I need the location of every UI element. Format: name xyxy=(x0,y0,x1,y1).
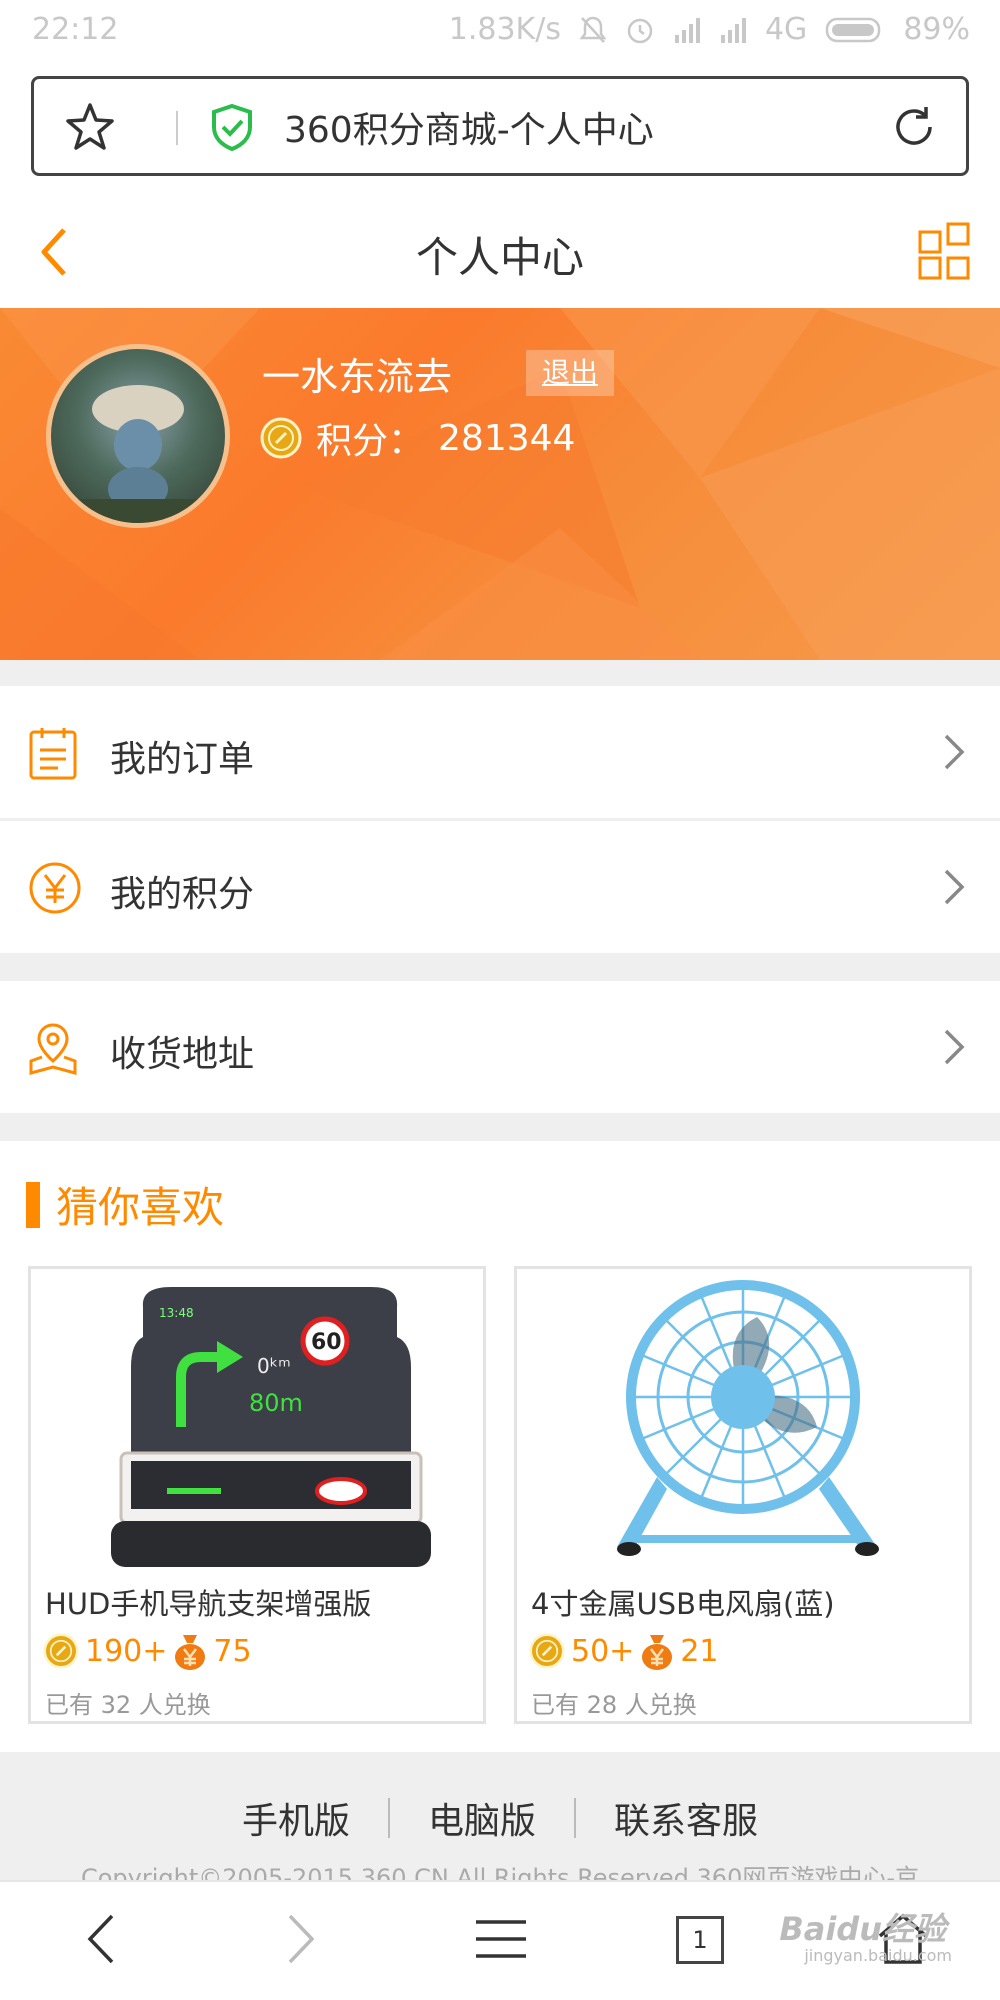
product-image-hud: 13:48 60 0ᵏᵐ 80m xyxy=(111,1287,431,1567)
page-header: 个人中心 xyxy=(0,190,1000,308)
chevron-right-icon xyxy=(944,869,965,905)
page-footer: 手机版 电脑版 联系客服 Copyright©2005-2015 360.CN … xyxy=(0,1752,1000,1882)
menu-item-address[interactable]: 收货地址 xyxy=(0,981,1000,1113)
star-icon[interactable] xyxy=(64,101,116,153)
product-name[interactable]: 4寸金属USB电风扇(蓝) xyxy=(531,1581,835,1623)
watermark-url: jingyan.baidu.com xyxy=(804,1946,952,1965)
footer-links: 手机版 电脑版 联系客服 xyxy=(0,1792,1000,1844)
menu-item-points[interactable]: 我的积分 xyxy=(0,821,1000,953)
footer-link-desktop[interactable]: 电脑版 xyxy=(390,1792,574,1844)
svg-text:0ᵏᵐ: 0ᵏᵐ xyxy=(257,1354,291,1378)
points-row: 积分： 281344 xyxy=(260,412,575,464)
svg-text:80m: 80m xyxy=(249,1389,303,1417)
footer-link-support[interactable]: 联系客服 xyxy=(576,1792,796,1844)
footer-link-mobile[interactable]: 手机版 xyxy=(204,1792,388,1844)
shield-icon xyxy=(212,103,252,151)
menu-item-label: 我的积分 xyxy=(110,874,255,915)
menu-item-label: 收货地址 xyxy=(110,1034,255,1075)
product-name[interactable]: HUD手机导航支架增强版 xyxy=(45,1581,371,1623)
product-redeemed-count: 已有 28 人兑换 xyxy=(531,1691,697,1719)
signal-icon-2 xyxy=(720,17,746,43)
svg-text:60: 60 xyxy=(311,1330,342,1355)
status-bar: 22:12 1.83K/s 4G 89% xyxy=(0,0,1000,64)
product-price: 50+ 21 xyxy=(529,1631,719,1671)
address-bar-divider xyxy=(176,111,178,145)
network-type: 4G xyxy=(764,12,808,47)
page-url-title[interactable]: 360积分商城-个人中心 xyxy=(284,101,654,153)
product-price: 190+ 75 xyxy=(43,1631,252,1671)
product-coins: 190+ xyxy=(85,1633,168,1669)
nav-menu-icon[interactable] xyxy=(474,1910,528,1968)
chevron-right-icon xyxy=(944,734,965,770)
coin-icon xyxy=(529,1633,565,1669)
alarm-icon xyxy=(627,18,653,43)
status-indicators: 1.83K/s 4G 89% xyxy=(449,12,970,47)
svg-text:13:48: 13:48 xyxy=(159,1306,194,1320)
yuan-bag-icon xyxy=(642,1635,673,1670)
browser-bottom-nav: 1 Baidu经验 jingyan.baidu.com xyxy=(0,1880,1000,2000)
username: 一水东流去 xyxy=(262,355,453,399)
product-price-value: 21 xyxy=(680,1633,719,1669)
menu-item-label: 我的订单 xyxy=(110,739,255,780)
product-card[interactable]: 4寸金属USB电风扇(蓝) 50+ 21 已有 28 人兑换 xyxy=(514,1266,972,1724)
section-title-marker xyxy=(26,1182,40,1228)
battery-level: 89% xyxy=(903,12,970,47)
location-icon xyxy=(29,1023,77,1075)
product-image-fan xyxy=(617,1280,879,1556)
yuan-icon xyxy=(29,862,81,914)
signal-icon xyxy=(674,17,700,43)
mute-bell-icon xyxy=(579,16,607,43)
points-label: 积分： xyxy=(316,421,425,462)
avatar[interactable] xyxy=(46,344,230,528)
menu-item-orders[interactable]: 我的订单 xyxy=(0,686,1000,818)
network-speed: 1.83K/s xyxy=(448,12,561,47)
address-bar[interactable]: 360积分商城-个人中心 xyxy=(31,76,969,176)
coin-icon xyxy=(43,1633,79,1669)
battery-icon xyxy=(826,17,881,42)
status-time: 22:12 xyxy=(32,12,119,47)
product-card[interactable]: 13:48 60 0ᵏᵐ 80m HUD手机导航支架增强版 190+ 75 已有… xyxy=(28,1266,486,1724)
tab-count-button[interactable]: 1 xyxy=(676,1916,724,1964)
product-price-value: 75 xyxy=(213,1633,252,1669)
yuan-bag-icon xyxy=(175,1635,206,1670)
chevron-right-icon xyxy=(944,1029,965,1065)
avatar-image xyxy=(51,385,225,523)
section-gap xyxy=(0,660,1000,686)
section-gap xyxy=(0,953,1000,981)
order-icon xyxy=(29,728,77,780)
points-value: 281344 xyxy=(438,417,576,459)
grid-menu-icon[interactable] xyxy=(918,222,976,280)
profile-banner: 一水东流去 退出 积分： 281344 xyxy=(0,308,1000,660)
section-gap xyxy=(0,1113,1000,1141)
logout-button[interactable]: 退出 xyxy=(526,350,614,396)
watermark-logo: Baidu经验 xyxy=(779,1910,946,1948)
nav-forward-icon[interactable] xyxy=(284,1910,318,1968)
recommend-title: 猜你喜欢 xyxy=(56,1183,225,1232)
product-coins: 50+ xyxy=(571,1633,635,1669)
nav-back-icon[interactable] xyxy=(84,1910,118,1968)
page-title: 个人中心 xyxy=(415,233,584,282)
refresh-icon[interactable] xyxy=(888,101,940,153)
copyright-text: Copyright©2005-2015 360.CN All Rights Re… xyxy=(80,1864,919,1882)
coin-icon xyxy=(260,417,302,459)
product-redeemed-count: 已有 32 人兑换 xyxy=(45,1691,211,1719)
